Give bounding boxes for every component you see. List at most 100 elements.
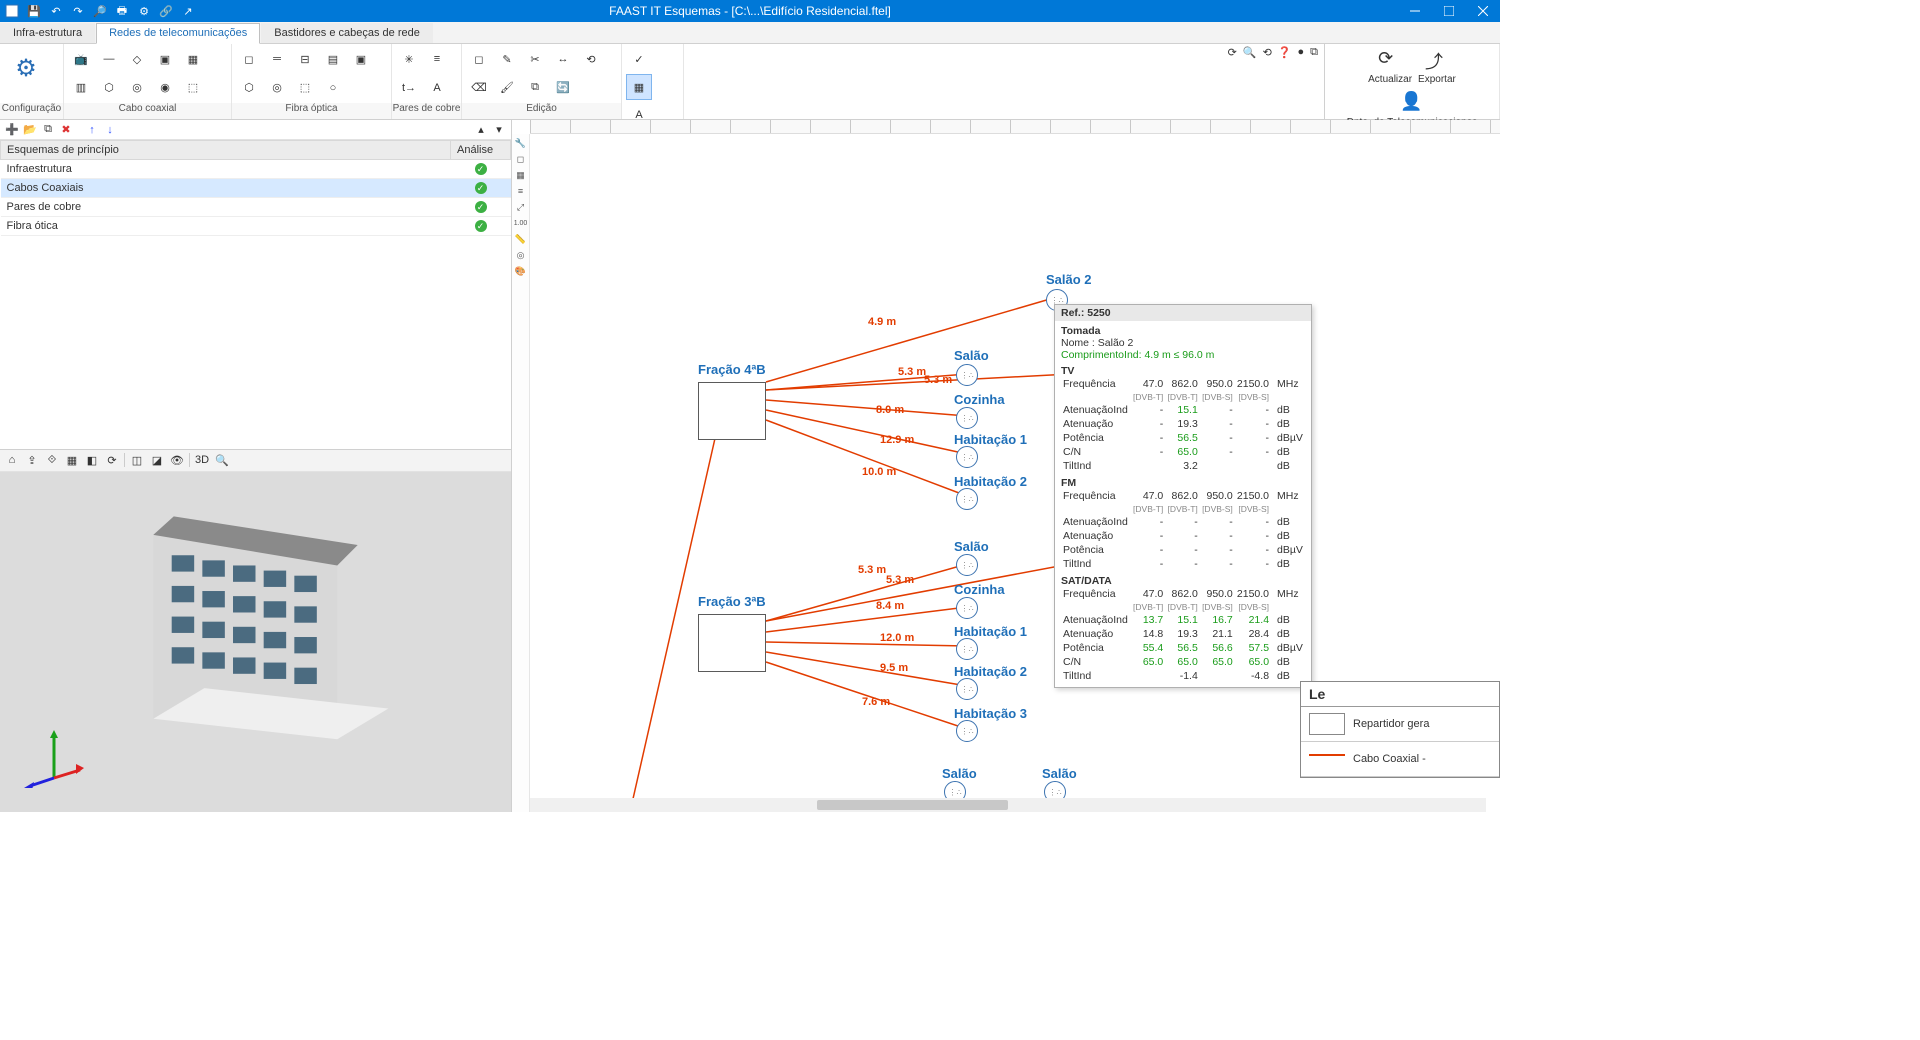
edit-erase-icon[interactable]: ⌫ — [466, 75, 492, 101]
edit-a-icon[interactable]: ◻ — [466, 46, 492, 72]
coax-amp-icon[interactable]: ▣ — [152, 46, 178, 72]
edit-b-icon[interactable]: ✎ — [494, 46, 520, 72]
pares-d-icon[interactable]: A — [424, 75, 450, 101]
3d-viewport[interactable] — [0, 472, 511, 812]
socket-hab2-4b[interactable]: ⋮∴ — [956, 488, 978, 510]
tool-line-icon[interactable]: ≡ — [514, 184, 528, 198]
collapse-icon[interactable]: ▴ — [473, 122, 489, 138]
socket-cozinha-4b[interactable]: ⋮∴ — [956, 407, 978, 429]
pares-c-icon[interactable]: t→ — [396, 75, 422, 101]
tab-infra[interactable]: Infra-estrutura — [0, 23, 95, 43]
coax-tv-icon[interactable]: 📺 — [68, 46, 94, 72]
undo-icon[interactable]: ↶ — [48, 3, 64, 19]
edit-e-icon[interactable]: ⟲ — [578, 46, 604, 72]
distribution-box-4b[interactable] — [698, 382, 766, 440]
schema-row[interactable]: Cabos Coaxiais✓ — [1, 179, 511, 198]
coax-connector-icon[interactable]: — — [96, 46, 122, 72]
redo-icon[interactable]: ↷ — [70, 3, 86, 19]
link-icon[interactable]: 🔗 — [158, 3, 174, 19]
socket-salao-4b[interactable]: ⋮∴ — [956, 364, 978, 386]
fibra-f-icon[interactable]: ⬡ — [236, 75, 262, 101]
v3d-3d-icon[interactable]: 3D — [194, 452, 210, 468]
fibra-h-icon[interactable]: ⬚ — [292, 75, 318, 101]
v3d-zoom-icon[interactable]: 🔍 — [214, 452, 230, 468]
edit-c-icon[interactable]: ✂ — [522, 46, 548, 72]
minimize-button[interactable] — [1398, 0, 1432, 22]
delete-icon[interactable]: ✖ — [58, 122, 74, 138]
pares-a-icon[interactable]: ✳ — [396, 46, 422, 72]
rh-f-icon[interactable]: ⧉ — [1310, 46, 1318, 59]
socket-cozinha-3b[interactable]: ⋮∴ — [956, 597, 978, 619]
fibra-i-icon[interactable]: ○ — [320, 75, 346, 101]
coax-a-icon[interactable]: ⬡ — [96, 75, 122, 101]
open-icon[interactable]: 📂 — [22, 122, 38, 138]
v3d-a-icon[interactable]: ⌂ — [4, 452, 20, 468]
coax-b-icon[interactable]: ◎ — [124, 75, 150, 101]
maximize-button[interactable] — [1432, 0, 1466, 22]
rh-a-icon[interactable]: ⟳ — [1228, 46, 1237, 59]
bim-update-button[interactable]: ⟳Actualizar — [1368, 48, 1412, 85]
schema-row[interactable]: Infraestrutura✓ — [1, 160, 511, 179]
coax-chip-icon[interactable]: ▦ — [180, 46, 206, 72]
v3d-e-icon[interactable]: ◧ — [84, 452, 100, 468]
calc-grid-icon[interactable]: ▦ — [626, 74, 652, 100]
settings-icon[interactable]: ⚙ — [136, 3, 152, 19]
rh-b-icon[interactable]: 🔍 — [1243, 46, 1257, 59]
coax-splitter-icon[interactable]: ◇ — [124, 46, 150, 72]
save-icon[interactable]: 💾 — [26, 3, 42, 19]
socket-hab2-3b[interactable]: ⋮∴ — [956, 678, 978, 700]
edit-refresh-icon[interactable]: 🔄 — [550, 75, 576, 101]
export-icon[interactable]: ↗ — [180, 3, 196, 19]
bim-export-button[interactable]: ⤴Exportar — [1418, 48, 1456, 85]
tool-color-icon[interactable]: 🎨 — [514, 264, 528, 278]
fibra-c-icon[interactable]: ⊟ — [292, 46, 318, 72]
socket-hab1-3b[interactable]: ⋮∴ — [956, 638, 978, 660]
socket-salao-3b[interactable]: ⋮∴ — [956, 554, 978, 576]
edit-copy-icon[interactable]: ⧉ — [522, 75, 548, 101]
move-up-icon[interactable]: ↑ — [84, 122, 100, 138]
fibra-d-icon[interactable]: ▤ — [320, 46, 346, 72]
config-gear-icon[interactable]: ⚙ — [4, 46, 48, 90]
socket-hab3-3b[interactable]: ⋮∴ — [956, 720, 978, 742]
schema-row[interactable]: Pares de cobre✓ — [1, 198, 511, 217]
v3d-h-icon[interactable]: ◪ — [149, 452, 165, 468]
move-down-icon[interactable]: ↓ — [102, 122, 118, 138]
expand-icon[interactable]: ▾ — [491, 122, 507, 138]
tool-wrench-icon[interactable]: 🔧 — [514, 136, 528, 150]
edit-brush-icon[interactable]: 🖌 — [494, 75, 520, 101]
rh-e-icon[interactable]: ● — [1297, 46, 1304, 59]
tool-measure-icon[interactable]: 📏 — [514, 232, 528, 246]
v3d-i-icon[interactable]: 👁 — [169, 452, 185, 468]
tool-select-icon[interactable]: ◻ — [514, 152, 528, 166]
fibra-a-icon[interactable]: ◻ — [236, 46, 262, 72]
scrollbar-horizontal[interactable] — [530, 798, 1486, 812]
rh-c-icon[interactable]: ⟲ — [1263, 46, 1272, 59]
rh-d-icon[interactable]: ❓ — [1278, 46, 1292, 59]
v3d-c-icon[interactable]: ⟐ — [44, 452, 60, 468]
tool-scale-icon[interactable]: ⤢ — [514, 200, 528, 214]
coax-device-icon[interactable]: ▥ — [68, 75, 94, 101]
pares-b-icon[interactable]: ≡ — [424, 46, 450, 72]
distribution-box-3b[interactable] — [698, 614, 766, 672]
tool-target-icon[interactable]: ◎ — [514, 248, 528, 262]
coax-c-icon[interactable]: ◉ — [152, 75, 178, 101]
copy-icon[interactable]: ⧉ — [40, 122, 56, 138]
schematic-canvas[interactable]: 🔧 ◻ ▦ ≡ ⤢ 1.00 📏 ◎ 🎨 — [512, 120, 1500, 812]
fibra-b-icon[interactable]: ═ — [264, 46, 290, 72]
coax-d-icon[interactable]: ⬚ — [180, 75, 206, 101]
tab-redes[interactable]: Redes de telecomunicações — [96, 23, 260, 44]
fibra-e-icon[interactable]: ▣ — [348, 46, 374, 72]
tool-100-icon[interactable]: 1.00 — [514, 216, 528, 230]
edit-d-icon[interactable]: ↔ — [550, 46, 576, 72]
add-icon[interactable]: ➕ — [4, 122, 20, 138]
tool-grid-icon[interactable]: ▦ — [514, 168, 528, 182]
fibra-g-icon[interactable]: ◎ — [264, 75, 290, 101]
close-button[interactable] — [1466, 0, 1500, 22]
v3d-f-icon[interactable]: ⟳ — [104, 452, 120, 468]
v3d-d-icon[interactable]: ▦ — [64, 452, 80, 468]
schema-row[interactable]: Fibra ótica✓ — [1, 217, 511, 236]
tab-bastidores[interactable]: Bastidores e cabeças de rede — [261, 23, 433, 43]
print-icon[interactable]: 🖶 — [114, 3, 130, 19]
calc-check-icon[interactable]: ✓ — [626, 46, 652, 72]
v3d-g-icon[interactable]: ◫ — [129, 452, 145, 468]
